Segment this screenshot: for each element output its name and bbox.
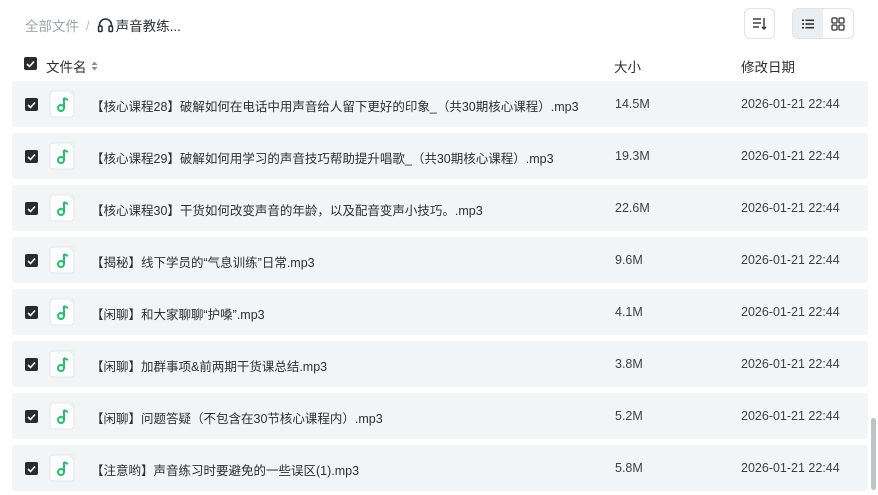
audio-file-icon (49, 194, 75, 222)
list-view-icon (802, 19, 814, 28)
breadcrumb-current-label: 声音教练... (115, 19, 181, 34)
file-name[interactable]: 【闲聊】加群事项&前两期干货课总结.mp3 (91, 356, 327, 375)
file-name[interactable]: 【闲聊】问题答疑（不包含在30节核心课程内）.mp3 (91, 408, 383, 427)
sort-arrows-icon (91, 61, 97, 71)
breadcrumb-root-link[interactable]: 全部文件 (25, 15, 79, 35)
view-toggle-group (792, 8, 854, 39)
list-view-button[interactable] (793, 9, 823, 38)
audio-file-icon (49, 142, 75, 170)
row-checkbox[interactable] (25, 202, 38, 215)
table-row[interactable]: 【揭秘】线下学员的“气息训练”日常.mp3 9.6M 2026-01-21 22… (12, 237, 868, 283)
file-date: 2026-01-21 22:44 (741, 201, 840, 215)
table-header: 文件名 大小 修改日期 (0, 50, 878, 78)
checkmark-icon (27, 153, 36, 161)
file-name[interactable]: 【闲聊】和大家聊聊“护嗓”.mp3 (91, 304, 265, 323)
top-bar: 全部文件 / 声音教练... (0, 0, 878, 50)
file-date: 2026-01-21 22:44 (741, 461, 840, 475)
file-name[interactable]: 【注意哟】声音练习时要避免的一些误区(1).mp3 (91, 460, 359, 479)
table-row[interactable]: 【核心课程29】破解如何用学习的声音技巧帮助提升唱歌_（共30期核心课程）.mp… (12, 133, 868, 179)
file-date: 2026-01-21 22:44 (741, 253, 840, 267)
grid-view-icon (831, 16, 845, 31)
file-name[interactable]: 【核心课程28】破解如何在电话中用声音给人留下更好的印象_（共30期核心课程）.… (91, 96, 579, 115)
vertical-scrollbar[interactable] (871, 418, 876, 490)
file-date: 2026-01-21 22:44 (741, 97, 840, 111)
select-all-checkbox[interactable] (24, 57, 37, 70)
audio-file-icon (49, 350, 75, 378)
file-size: 5.8M (615, 461, 643, 475)
file-size: 14.5M (615, 97, 650, 111)
file-name[interactable]: 【核心课程30】干货如何改变声音的年龄，以及配音变声小技巧。.mp3 (91, 200, 483, 219)
file-size: 5.2M (615, 409, 643, 423)
file-name[interactable]: 【核心课程29】破解如何用学习的声音技巧帮助提升唱歌_（共30期核心课程）.mp… (91, 148, 554, 167)
table-row[interactable]: 【闲聊】加群事项&前两期干货课总结.mp3 3.8M 2026-01-21 22… (12, 341, 868, 387)
date-column-header[interactable]: 修改日期 (741, 56, 795, 76)
audio-file-icon (49, 298, 75, 326)
checkmark-icon (27, 413, 36, 421)
file-name[interactable]: 【揭秘】线下学员的“气息训练”日常.mp3 (91, 252, 315, 271)
audio-file-icon (49, 246, 75, 274)
row-checkbox[interactable] (25, 462, 38, 475)
headphones-icon (97, 18, 113, 33)
table-row[interactable]: 【注意哟】声音练习时要避免的一些误区(1).mp3 5.8M 2026-01-2… (12, 445, 868, 491)
row-checkbox[interactable] (25, 306, 38, 319)
row-checkbox[interactable] (25, 150, 38, 163)
row-checkbox[interactable] (25, 98, 38, 111)
name-column-header[interactable]: 文件名 (46, 56, 98, 76)
audio-file-icon (49, 90, 75, 118)
table-row[interactable]: 【核心课程30】干货如何改变声音的年龄，以及配音变声小技巧。.mp3 22.6M… (12, 185, 868, 231)
audio-file-icon (49, 402, 75, 430)
sort-list-icon (753, 18, 767, 30)
table-row[interactable]: 【核心课程28】破解如何在电话中用声音给人留下更好的印象_（共30期核心课程）.… (12, 81, 868, 127)
checkmark-icon (27, 361, 36, 369)
checkmark-icon (27, 465, 36, 473)
file-size: 22.6M (615, 201, 650, 215)
size-column-header[interactable]: 大小 (614, 56, 641, 76)
file-size: 4.1M (615, 305, 643, 319)
sort-button[interactable] (744, 8, 775, 39)
file-date: 2026-01-21 22:44 (741, 357, 840, 371)
checkmark-icon (26, 60, 35, 68)
grid-view-button[interactable] (823, 9, 853, 38)
file-date: 2026-01-21 22:44 (741, 305, 840, 319)
audio-file-icon (49, 454, 75, 482)
checkmark-icon (27, 205, 36, 213)
table-row[interactable]: 【闲聊】问题答疑（不包含在30节核心课程内）.mp3 5.2M 2026-01-… (12, 393, 868, 439)
checkmark-icon (27, 257, 36, 265)
checkmark-icon (27, 101, 36, 109)
file-size: 9.6M (615, 253, 643, 267)
file-size: 19.3M (615, 149, 650, 163)
name-column-label: 文件名 (46, 60, 87, 75)
breadcrumb: 全部文件 / 声音教练... (25, 15, 181, 35)
file-size: 3.8M (615, 357, 643, 371)
row-checkbox[interactable] (25, 358, 38, 371)
checkmark-icon (27, 309, 36, 317)
breadcrumb-current-folder: 声音教练... (97, 15, 181, 35)
file-date: 2026-01-21 22:44 (741, 149, 840, 163)
table-row[interactable]: 【闲聊】和大家聊聊“护嗓”.mp3 4.1M 2026-01-21 22:44 (12, 289, 868, 335)
breadcrumb-separator: / (86, 17, 90, 33)
row-checkbox[interactable] (25, 254, 38, 267)
row-checkbox[interactable] (25, 410, 38, 423)
file-date: 2026-01-21 22:44 (741, 409, 840, 423)
